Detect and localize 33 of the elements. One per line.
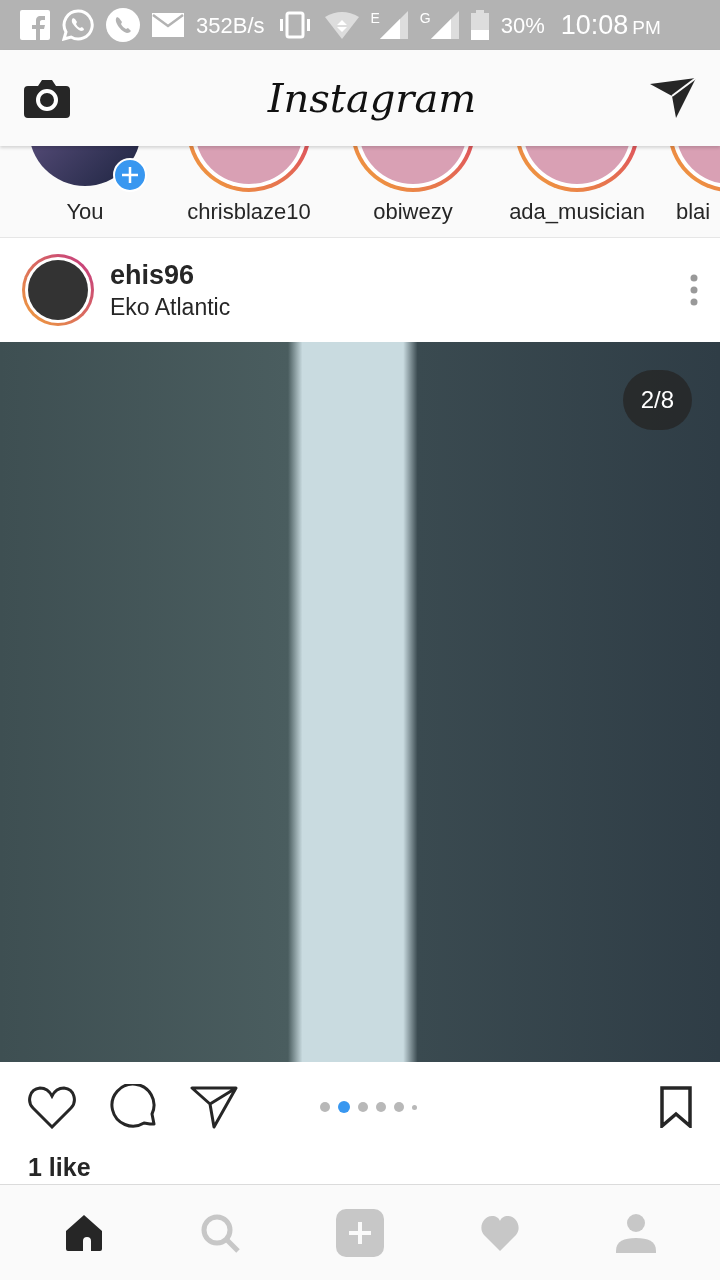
paper-plane-icon[interactable] — [650, 78, 696, 118]
clock-time: 10:08 — [560, 8, 629, 42]
paper-plane-icon[interactable] — [190, 1085, 238, 1129]
bookmark-icon[interactable] — [660, 1086, 692, 1128]
story-username[interactable]: chrisblaze10 — [187, 198, 311, 226]
chat-bubble-icon — [62, 9, 94, 41]
wifi-icon — [324, 11, 359, 39]
story-username[interactable]: ada_musician — [509, 198, 645, 226]
network-type: G — [419, 11, 431, 25]
post-location[interactable]: Eko Atlantic — [110, 292, 674, 322]
clock-period: PM — [632, 15, 661, 40]
more-options-icon[interactable] — [690, 274, 698, 306]
heart-icon[interactable] — [28, 1085, 76, 1129]
story-username[interactable]: obiwezy — [373, 198, 453, 226]
network-speed: 352B/s — [196, 11, 265, 40]
add-story-icon[interactable] — [113, 158, 147, 192]
comment-icon[interactable] — [110, 1084, 156, 1130]
signal-icon — [430, 11, 459, 39]
battery-percent: 30% — [500, 11, 545, 40]
network-type: E — [370, 11, 380, 25]
image-counter: 2/8 — [622, 370, 692, 430]
app-logo-text: Instagram — [267, 74, 477, 123]
phone-icon — [106, 8, 140, 42]
story-username[interactable]: You — [66, 198, 104, 226]
camera-icon[interactable] — [24, 78, 70, 118]
like-count[interactable]: 1 like — [28, 1149, 91, 1187]
story-username[interactable]: blai — [676, 198, 711, 226]
facebook-icon — [20, 10, 50, 40]
signal-icon — [379, 11, 408, 39]
home-icon[interactable] — [64, 1212, 104, 1253]
battery-icon — [470, 10, 489, 40]
post-username[interactable]: ehis96 — [110, 258, 674, 293]
mail-icon — [152, 13, 184, 37]
